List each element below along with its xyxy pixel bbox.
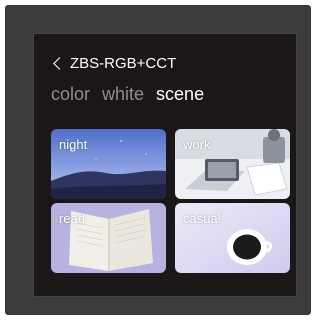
scene-label: night <box>59 137 88 152</box>
scene-card-casual[interactable]: casual <box>175 203 290 273</box>
tab-scene[interactable]: scene <box>156 84 204 105</box>
scene-grid: night work read casual <box>51 129 290 273</box>
tab-white[interactable]: white <box>102 84 144 105</box>
scene-panel: ZBS-RGB+CCT color white scene night work… <box>33 33 297 297</box>
mode-tabs: color white scene <box>51 84 204 105</box>
scene-card-night[interactable]: night <box>51 129 166 199</box>
scene-label: read <box>59 211 86 226</box>
device-frame: ZBS-RGB+CCT color white scene night work… <box>5 5 311 315</box>
device-name: ZBS-RGB+CCT <box>70 54 177 72</box>
back-button[interactable]: ZBS-RGB+CCT <box>52 52 176 74</box>
scene-card-work[interactable]: work <box>175 129 290 199</box>
scene-card-read[interactable]: read <box>51 203 166 273</box>
chevron-left-icon <box>53 56 66 70</box>
tab-color[interactable]: color <box>51 84 90 105</box>
scene-label: work <box>183 137 211 152</box>
scene-label: casual <box>183 211 221 226</box>
